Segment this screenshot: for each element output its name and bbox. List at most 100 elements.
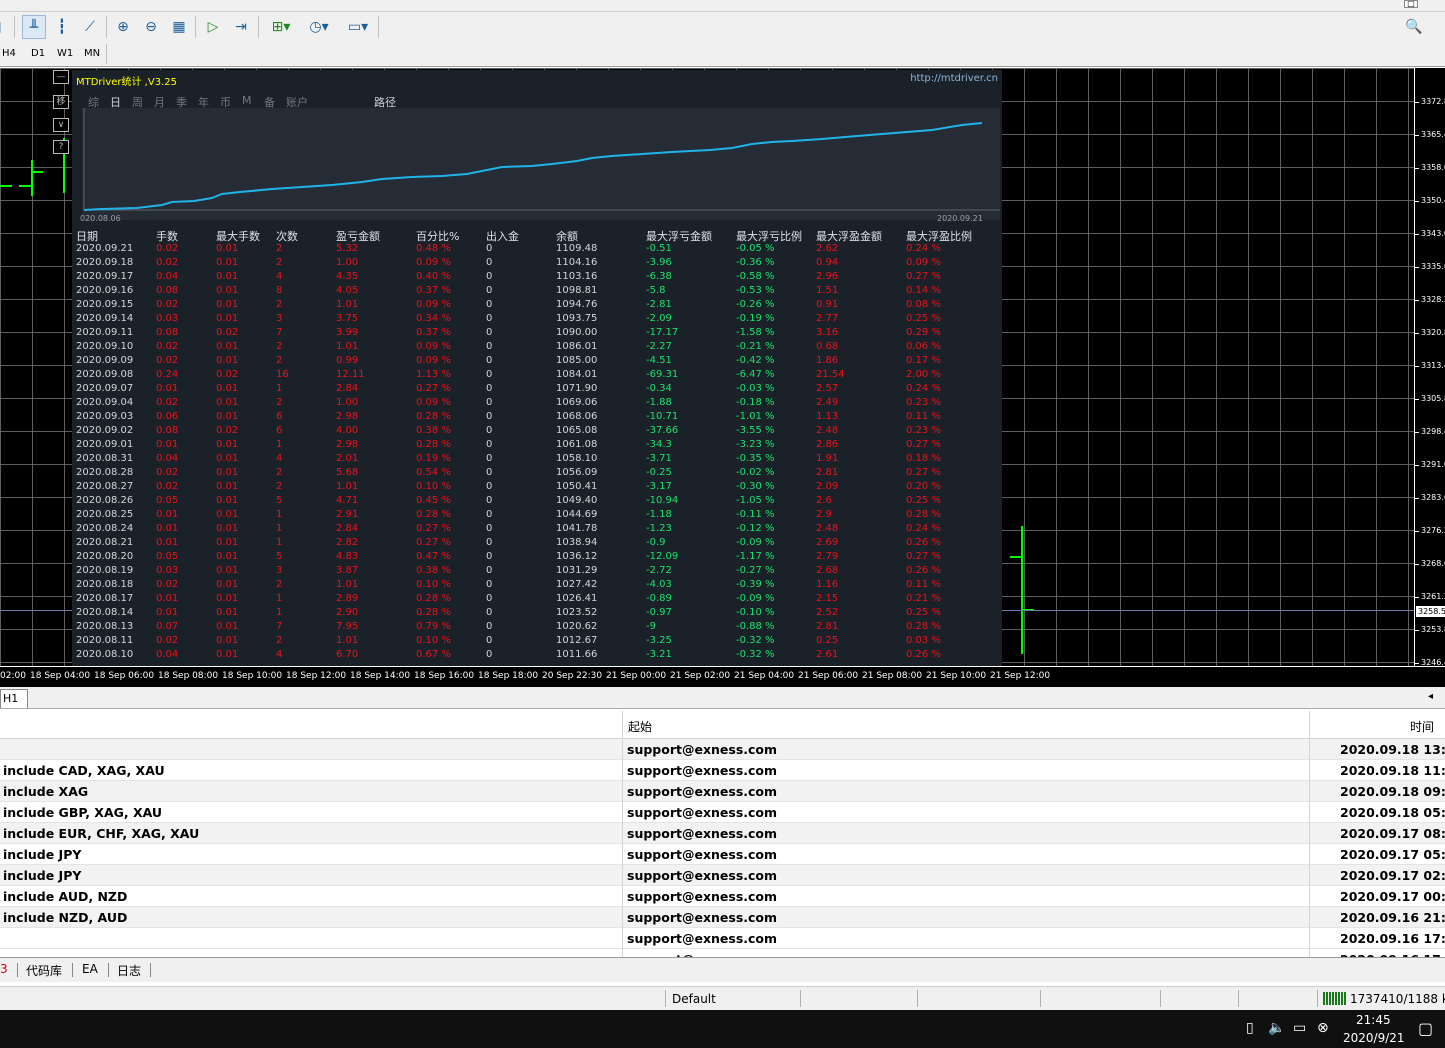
news-row[interactable]: include NZD, AUD support@exness.com 2020.0… [0,907,1445,928]
stats-cell: 2.57 [816,383,839,394]
stats-cell: 8 [276,285,283,296]
tab-ea[interactable]: EA [82,962,98,976]
tab-h1[interactable]: H1 [0,689,28,708]
stats-cell: 3.87 [336,565,359,576]
search-icon[interactable]: 🔍 [1402,15,1426,39]
zoom-in-icon[interactable]: ⊕ [111,15,135,39]
stats-cell: 2.49 [816,397,839,408]
timeframe-w1[interactable]: W1 [57,48,73,59]
stats-row: 2020.09.10 0.02 0.01 2 1.01 0.09 % 0 1086.01 -2.… [72,341,1002,355]
panel-tab[interactable]: M [242,94,252,107]
restore-window-button[interactable]: □ [1404,0,1418,8]
line-chart-icon[interactable]: ⟋ [78,15,102,39]
stats-cell: 0.28 % [906,621,941,632]
stats-cell: 0.99 [336,355,359,366]
profile-name[interactable]: Default [672,992,716,1006]
panel-move-button[interactable]: 移 [53,95,69,109]
stats-cell: 2.89 [336,593,359,604]
price-tick [1415,102,1419,103]
stats-cell: 7 [276,327,283,338]
news-row[interactable]: support@exness.com 2020.09.18 13:05 [0,739,1445,760]
tab-code-base[interactable]: 代码库 [26,962,62,979]
autoscroll-icon[interactable]: ▷ [201,15,225,39]
taskbar-clock-time[interactable]: 21:45 [1356,1013,1391,1027]
tab-journal[interactable]: 日志 [117,962,141,979]
stats-cell: 0.48 % [416,243,451,254]
news-row[interactable]: include AUD, NZD support@exness.com 2020.0… [0,886,1445,907]
stats-cell: -0.35 % [736,453,775,464]
zoom-out-icon[interactable]: ⊖ [139,15,163,39]
toolbar-edge-icon[interactable]: ▤ [0,15,6,39]
stats-cell: 0.26 % [906,565,941,576]
panel-minimize-button[interactable]: — [53,70,69,84]
news-row[interactable]: include XAG support@exness.com 2020.09.18 … [0,781,1445,802]
panel-help-button[interactable]: ? [53,140,69,154]
stats-cell: 1061.08 [556,439,598,450]
indicators-icon[interactable]: ⊞▾ [265,15,297,39]
tab-mailbox[interactable]: 3 [0,962,8,976]
stats-table-header: 日期 手数 最大手数 次数 盈亏金额 百分比% 出入金 余额 最大浮亏金额 最大浮亏比例 最大浮盈金… [72,228,1002,243]
usb-icon[interactable]: ▯ [1246,1020,1254,1036]
timeframe-h4[interactable]: H4 [2,48,16,59]
panel-title: MTDriver统计 ,V3.25 [76,77,177,88]
bar-chart-icon[interactable]: ╨ [22,15,46,39]
tile-windows-icon[interactable]: ▦ [167,15,191,39]
stats-cell: 0 [486,355,493,366]
stats-cell: 3.16 [816,327,839,338]
stats-cell: 0.07 [156,621,179,632]
network-icon[interactable]: ▭ [1293,1020,1306,1036]
column-from[interactable]: 起始 [628,718,652,735]
stats-row: 2020.08.26 0.05 0.01 5 4.71 0.45 % 0 1049.40 -10… [72,495,1002,509]
stats-cell: 0.79 % [416,621,451,632]
stats-cell: 2.84 [336,383,359,394]
volume-muted-icon[interactable]: 🔈 [1268,1020,1285,1036]
panel-collapse-button[interactable]: ∨ [53,118,69,132]
news-row[interactable]: include GBP, XAG, XAU support@exness.com 2… [0,802,1445,823]
timeframe-d1[interactable]: D1 [31,48,45,59]
stats-cell: 0.01 [216,257,239,268]
chart-tab-bar [0,687,1445,709]
tab-scroll-arrow-icon[interactable]: ◂ [1428,691,1433,702]
stats-cell: 0.06 % [906,341,941,352]
timeframe-mn[interactable]: MN [84,48,100,59]
periods-icon[interactable]: ◷▾ [303,15,335,39]
stats-cell: 0.28 % [416,509,451,520]
stats-cell: 2 [276,397,283,408]
news-row[interactable]: include JPY support@exness.com 2020.09.17 … [0,865,1445,886]
close-circle-icon[interactable]: ⊗ [1317,1020,1329,1036]
price-tick [1415,564,1419,565]
news-row[interactable]: include JPY support@exness.com 2020.09.17 … [0,844,1445,865]
news-from: support@exness.com [627,784,778,799]
stats-cell: 0.01 [156,537,179,548]
stats-cell: 2.01 [336,453,359,464]
price-tick [1415,300,1419,301]
stats-cell: 0.04 [156,453,179,464]
stats-cell: 1086.01 [556,341,598,352]
candlestick-icon[interactable]: ┇ [50,15,74,39]
stats-cell: 2020.08.18 [76,579,134,590]
chart-shift-icon[interactable]: ⇥ [229,15,253,39]
stats-cell: 2020.09.11 [76,327,134,338]
stats-cell: 2020.09.08 [76,369,134,380]
news-row[interactable]: include EUR, CHF, XAG, XAU support@exness… [0,823,1445,844]
templates-icon[interactable]: ▭▾ [342,15,374,39]
stats-cell: -0.9 [646,537,666,548]
news-row[interactable]: support@exness.com 2020.09.16 17:05 [0,928,1445,949]
stats-cell: 4.00 [336,425,359,436]
stats-cell: -2.27 [646,341,672,352]
stats-row: 2020.08.31 0.04 0.01 4 2.01 0.19 % 0 1058.10 -3.… [72,453,1002,467]
panel-url-link[interactable]: http://mtdriver.cn [910,73,998,84]
stats-cell: 0.10 % [416,579,451,590]
stats-cell: 0.01 [216,593,239,604]
news-time: 2020.09.18 09:35 [1340,784,1445,799]
column-time[interactable]: 时间 [1410,718,1434,735]
stats-cell: -0.19 % [736,313,775,324]
stats-cell: -3.25 [646,635,672,646]
taskbar-clock-date[interactable]: 2020/9/21 [1343,1031,1405,1045]
stats-cell: 0 [486,341,493,352]
stats-cell: 1.13 % [416,369,451,380]
notification-icon[interactable]: ▢ [1418,1019,1433,1038]
stats-cell: 1.13 [816,411,839,422]
news-row[interactable]: include CAD, XAG, XAU support@exness.com 2… [0,760,1445,781]
news-from: support@exness.com [627,847,778,862]
